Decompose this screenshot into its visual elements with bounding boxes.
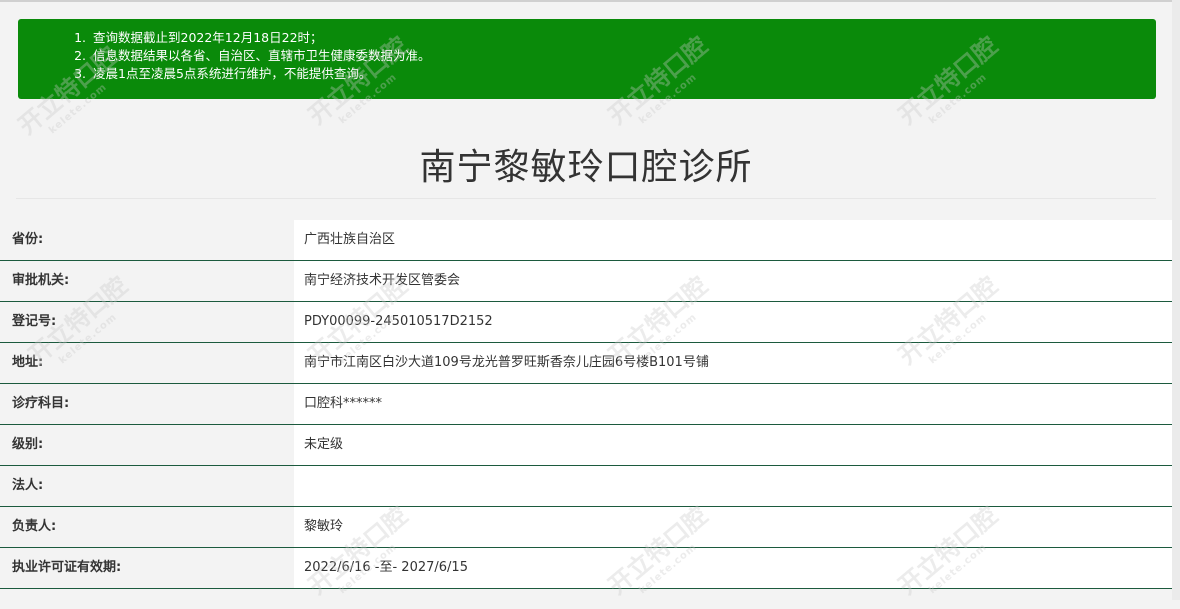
- table-row: 级别: 未定级: [0, 425, 1172, 466]
- field-value-cell: 2022/6/16 -至- 2027/6/15: [294, 548, 1172, 588]
- table-row: 诊疗科目: 口腔科******: [0, 384, 1172, 425]
- table-row: 审批机关: 南宁经济技术开发区管委会: [0, 261, 1172, 302]
- field-value-level: 未定级: [304, 437, 344, 452]
- field-label-person-in-charge: 负责人:: [12, 519, 57, 534]
- top-divider: [0, 0, 1172, 2]
- field-value-cell: 南宁经济技术开发区管委会: [294, 261, 1172, 301]
- field-value-cell: PDY00099-245010517D2152: [294, 302, 1172, 342]
- table-row: 地址: 南宁市江南区白沙大道109号龙光普罗旺斯香奈儿庄园6号楼B101号铺: [0, 343, 1172, 384]
- field-label-address: 地址:: [12, 355, 44, 370]
- field-value-registration: PDY00099-245010517D2152: [304, 314, 493, 329]
- table-row: 省份: 广西壮族自治区: [0, 220, 1172, 261]
- table-row: 登记号: PDY00099-245010517D2152: [0, 302, 1172, 343]
- page-title: 南宁黎敏玲口腔诊所: [419, 147, 753, 188]
- notice-banner: 查询数据截止到2022年12月18日22时； 信息数据结果以各省、自治区、直辖市…: [18, 19, 1156, 99]
- field-label-province: 省份:: [12, 232, 44, 247]
- field-label-registration: 登记号:: [12, 314, 57, 329]
- table-row: 法人:: [0, 466, 1172, 507]
- table-row: 负责人: 黎敏玲: [0, 507, 1172, 548]
- field-value-cell: 口腔科******: [294, 384, 1172, 424]
- vertical-scrollbar[interactable]: [1172, 0, 1180, 600]
- field-value-cell: [294, 466, 1172, 506]
- field-label-legal-person: 法人:: [12, 478, 44, 493]
- notice-item: 凌晨1点至凌晨5点系统进行维护，不能提供查询。: [90, 65, 1156, 83]
- field-label-license-validity: 执业许可证有效期:: [12, 560, 122, 575]
- field-value-person-in-charge: 黎敏玲: [304, 519, 344, 534]
- field-value-address: 南宁市江南区白沙大道109号龙光普罗旺斯香奈儿庄园6号楼B101号铺: [304, 355, 709, 370]
- field-value-license-validity: 2022/6/16 -至- 2027/6/15: [304, 560, 468, 575]
- field-label-level: 级别:: [12, 437, 44, 452]
- notice-item: 查询数据截止到2022年12月18日22时；: [90, 29, 1156, 47]
- title-divider: [16, 198, 1156, 199]
- field-value-departments: 口腔科******: [304, 396, 383, 411]
- field-value-cell: 广西壮族自治区: [294, 220, 1172, 260]
- field-value-province: 广西壮族自治区: [304, 232, 396, 247]
- table-row: 执业许可证有效期: 2022/6/16 -至- 2027/6/15: [0, 548, 1172, 589]
- notice-list: 查询数据截止到2022年12月18日22时； 信息数据结果以各省、自治区、直辖市…: [18, 19, 1156, 83]
- field-value-cell: 南宁市江南区白沙大道109号龙光普罗旺斯香奈儿庄园6号楼B101号铺: [294, 343, 1172, 383]
- clinic-info-table: 省份: 广西壮族自治区 审批机关: 南宁经济技术开发区管委会 登记号: PDY0…: [0, 220, 1172, 589]
- field-value-authority: 南宁经济技术开发区管委会: [304, 273, 461, 288]
- field-value-cell: 未定级: [294, 425, 1172, 465]
- field-label-authority: 审批机关:: [12, 273, 70, 288]
- field-label-departments: 诊疗科目:: [12, 396, 70, 411]
- field-value-cell: 黎敏玲: [294, 507, 1172, 547]
- notice-item: 信息数据结果以各省、自治区、直辖市卫生健康委数据为准。: [90, 47, 1156, 65]
